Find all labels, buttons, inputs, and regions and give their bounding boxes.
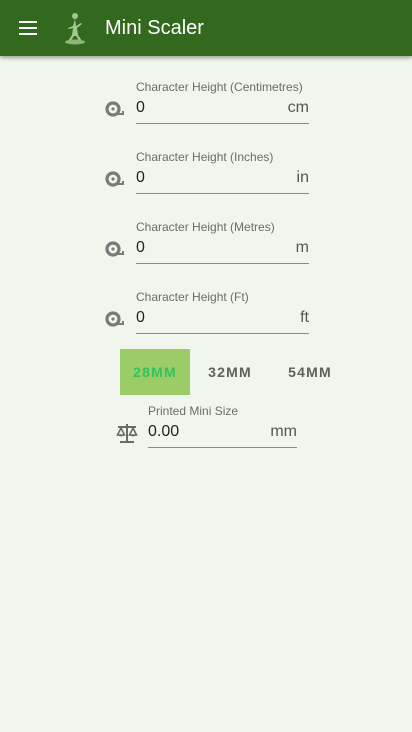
field-metres: Character Height (Metres) m: [0, 220, 412, 280]
inches-input[interactable]: [136, 166, 309, 190]
centimetres-input[interactable]: [136, 96, 309, 120]
unit-suffix: cm: [287, 99, 309, 116]
input-underline: [136, 263, 309, 264]
field-feet: Character Height (Ft) ft: [0, 290, 412, 350]
scale-balance-icon: [116, 424, 138, 443]
unit-suffix: ft: [300, 309, 309, 326]
field-label: Character Height (Inches): [136, 150, 274, 164]
metres-input[interactable]: [136, 236, 309, 260]
input-underline: [136, 193, 309, 194]
feet-input[interactable]: [136, 306, 309, 330]
unit-suffix: mm: [270, 423, 297, 440]
ruler-tape-icon: [105, 101, 124, 117]
field-centimetres: Character Height (Centimetres) cm: [0, 80, 412, 140]
scale-54mm-button[interactable]: 54MM: [270, 349, 350, 395]
scale-32mm-button[interactable]: 32MM: [190, 349, 270, 395]
field-label: Printed Mini Size: [148, 404, 239, 418]
app-title: Mini Scaler: [105, 17, 204, 39]
printed-mini-size-field: Printed Mini Size mm: [0, 404, 412, 464]
menu-icon[interactable]: [16, 16, 40, 40]
ruler-tape-icon: [105, 171, 124, 187]
unit-suffix: in: [296, 169, 309, 186]
input-underline: [136, 333, 309, 334]
scale-28mm-button[interactable]: 28MM: [120, 349, 190, 395]
miniature-figure-icon: [65, 13, 85, 45]
app-bar: Mini Scaler: [0, 0, 412, 56]
scale-toggle-group: 28MM 32MM 54MM: [120, 349, 350, 395]
field-label: Character Height (Centimetres): [136, 80, 303, 94]
ruler-tape-icon: [105, 241, 124, 257]
field-label: Character Height (Ft): [136, 290, 249, 304]
unit-suffix: m: [295, 239, 309, 256]
field-label: Character Height (Metres): [136, 220, 275, 234]
input-underline: [136, 123, 309, 124]
field-inches: Character Height (Inches) in: [0, 150, 412, 210]
ruler-tape-icon: [105, 311, 124, 327]
input-underline: [148, 447, 297, 448]
